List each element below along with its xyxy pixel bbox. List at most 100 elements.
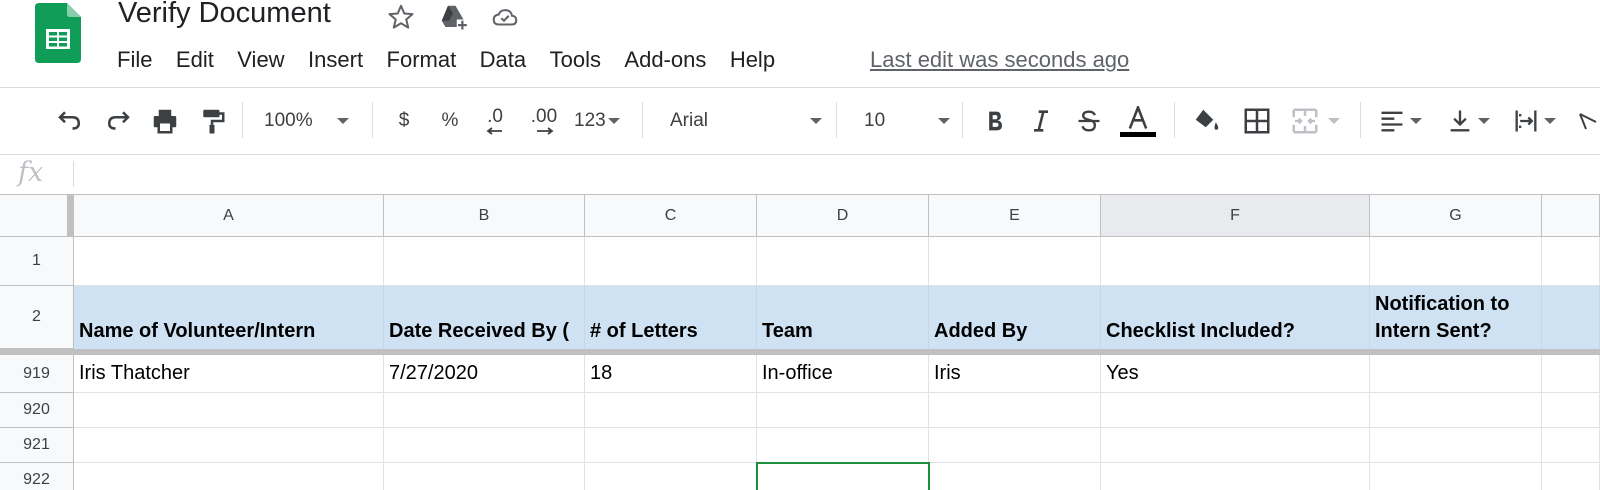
column-header-e[interactable]: E xyxy=(929,194,1101,237)
column-header-b[interactable]: B xyxy=(384,194,585,237)
cell-e919[interactable]: Iris xyxy=(929,355,1101,393)
menu-data[interactable]: Data xyxy=(480,45,526,75)
cell-a922[interactable] xyxy=(74,463,384,490)
cell-next-919[interactable] xyxy=(1542,355,1600,393)
cell-c1[interactable] xyxy=(585,237,757,286)
cell-g1[interactable] xyxy=(1370,237,1542,286)
text-rotation-button[interactable] xyxy=(1576,104,1600,138)
borders-button[interactable] xyxy=(1240,104,1274,138)
column-header-c[interactable]: C xyxy=(585,194,757,237)
formula-input[interactable] xyxy=(82,155,1582,191)
sheets-logo-icon[interactable] xyxy=(35,3,81,63)
cell-f920[interactable] xyxy=(1101,393,1370,428)
cell-a920[interactable] xyxy=(74,393,384,428)
zoom-select[interactable]: 100% xyxy=(264,104,360,138)
undo-button[interactable] xyxy=(54,104,86,138)
row-header-921[interactable]: 921 xyxy=(0,428,74,463)
document-title[interactable]: Verify Document xyxy=(118,0,331,30)
cell-e2[interactable]: Added By xyxy=(929,286,1101,349)
cloud-saved-icon[interactable] xyxy=(490,2,520,32)
cell-d921[interactable] xyxy=(757,428,929,463)
column-header-f[interactable]: F xyxy=(1101,194,1370,237)
merge-cells-button[interactable] xyxy=(1290,104,1346,138)
more-formats-button[interactable]: 123 xyxy=(574,104,628,138)
cell-a919[interactable]: Iris Thatcher xyxy=(74,355,384,393)
cell-a1[interactable] xyxy=(74,237,384,286)
cell-b920[interactable] xyxy=(384,393,585,428)
cell-b1[interactable] xyxy=(384,237,585,286)
vertical-align-button[interactable] xyxy=(1446,104,1496,138)
cell-g919[interactable] xyxy=(1370,355,1542,393)
text-wrapping-button[interactable] xyxy=(1512,104,1566,138)
cell-c920[interactable] xyxy=(585,393,757,428)
cell-d2[interactable]: Team xyxy=(757,286,929,349)
column-header-d[interactable]: D xyxy=(757,194,929,237)
cell-next-1[interactable] xyxy=(1542,237,1600,286)
row-header-922[interactable]: 922 xyxy=(0,463,74,490)
cell-d919[interactable]: In-office xyxy=(757,355,929,393)
menu-view[interactable]: View xyxy=(237,45,284,75)
cell-c922[interactable] xyxy=(585,463,757,490)
menu-insert[interactable]: Insert xyxy=(308,45,363,75)
cell-f921[interactable] xyxy=(1101,428,1370,463)
bold-button[interactable] xyxy=(980,104,1010,138)
decrease-decimal-button[interactable]: .0 xyxy=(480,104,510,138)
row-header-919[interactable]: 919 xyxy=(0,355,74,393)
menu-add-ons[interactable]: Add-ons xyxy=(624,45,706,75)
percent-format-button[interactable]: % xyxy=(436,104,464,138)
cell-e921[interactable] xyxy=(929,428,1101,463)
cell-e1[interactable] xyxy=(929,237,1101,286)
fill-color-button[interactable] xyxy=(1190,104,1224,138)
italic-button[interactable] xyxy=(1026,104,1056,138)
move-to-drive-icon[interactable] xyxy=(438,2,468,32)
cell-c919[interactable]: 18 xyxy=(585,355,757,393)
column-header-next[interactable] xyxy=(1542,194,1600,237)
star-icon[interactable] xyxy=(386,2,416,32)
cell-f2[interactable]: Checklist Included? xyxy=(1101,286,1370,349)
cell-c921[interactable] xyxy=(585,428,757,463)
cell-g2[interactable]: Notification to Intern Sent? xyxy=(1370,286,1542,349)
currency-format-button[interactable]: $ xyxy=(392,104,416,138)
cell-next-920[interactable] xyxy=(1542,393,1600,428)
cell-f922[interactable] xyxy=(1101,463,1370,490)
cell-c2[interactable]: # of Letters xyxy=(585,286,757,349)
cell-next-2[interactable] xyxy=(1542,286,1600,349)
strikethrough-button[interactable] xyxy=(1074,104,1104,138)
font-size-select[interactable]: 10 xyxy=(864,104,950,138)
cell-next-922[interactable] xyxy=(1542,463,1600,490)
cell-e920[interactable] xyxy=(929,393,1101,428)
horizontal-align-button[interactable] xyxy=(1378,104,1432,138)
frozen-rows-divider[interactable] xyxy=(0,349,1600,355)
cell-b919[interactable]: 7/27/2020 xyxy=(384,355,585,393)
cell-a921[interactable] xyxy=(74,428,384,463)
font-family-select[interactable]: Arial xyxy=(670,104,822,138)
cell-next-921[interactable] xyxy=(1542,428,1600,463)
cell-d922[interactable] xyxy=(757,463,929,490)
menu-file[interactable]: File xyxy=(117,45,152,75)
row-header-1[interactable]: 1 xyxy=(0,237,74,286)
redo-button[interactable] xyxy=(102,104,134,138)
cell-e922[interactable] xyxy=(929,463,1101,490)
cell-d920[interactable] xyxy=(757,393,929,428)
row-header-2[interactable]: 2 xyxy=(0,286,74,349)
cell-b2[interactable]: Date Received By ( xyxy=(384,286,585,349)
select-all-corner[interactable] xyxy=(0,194,74,238)
menu-tools[interactable]: Tools xyxy=(550,45,601,75)
cell-g920[interactable] xyxy=(1370,393,1542,428)
paint-format-button[interactable] xyxy=(196,104,228,138)
text-color-button[interactable] xyxy=(1118,104,1158,138)
column-header-g[interactable]: G xyxy=(1370,194,1542,237)
column-header-a[interactable]: A xyxy=(74,194,384,237)
row-header-920[interactable]: 920 xyxy=(0,393,74,428)
cell-b921[interactable] xyxy=(384,428,585,463)
cell-f919[interactable]: Yes xyxy=(1101,355,1370,393)
cell-f1[interactable] xyxy=(1101,237,1370,286)
print-button[interactable] xyxy=(149,104,181,138)
menu-help[interactable]: Help xyxy=(730,45,775,75)
cell-b922[interactable] xyxy=(384,463,585,490)
cell-d1[interactable] xyxy=(757,237,929,286)
cell-g922[interactable] xyxy=(1370,463,1542,490)
last-edit-link[interactable]: Last edit was seconds ago xyxy=(870,45,1129,75)
cell-g921[interactable] xyxy=(1370,428,1542,463)
cell-a2[interactable]: Name of Volunteer/Intern xyxy=(74,286,384,349)
